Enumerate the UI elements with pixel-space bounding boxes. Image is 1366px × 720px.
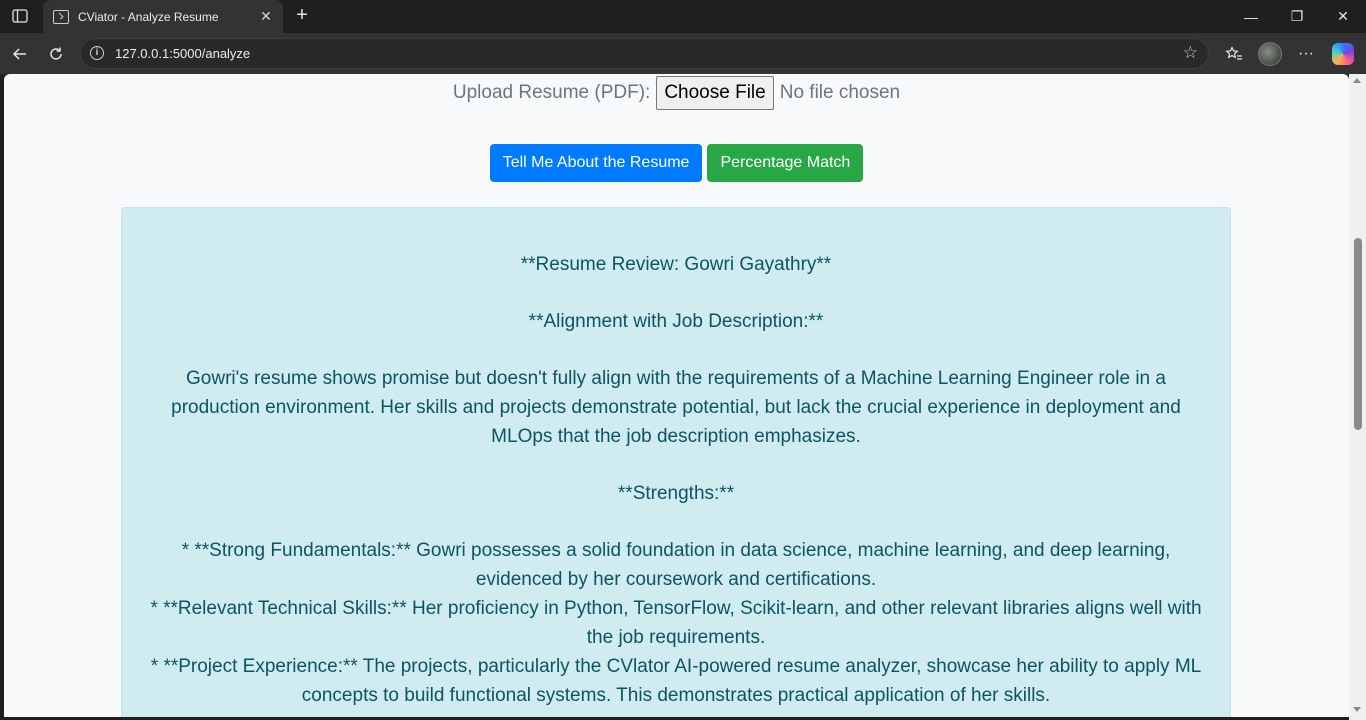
upload-row: Upload Resume (PDF): Choose File No file… [4,75,1349,111]
favorite-star-icon[interactable]: ☆ [1183,43,1198,63]
scrollbar-thumb[interactable] [1354,238,1362,430]
page-scrollbar[interactable] [1349,74,1366,720]
address-bar[interactable]: i 127.0.0.1:5000/analyze ☆ [80,38,1209,69]
new-tab-icon[interactable]: + [290,4,314,28]
scroll-down-arrow-icon[interactable] [1353,707,1361,712]
tab-close-icon[interactable]: ✕ [257,8,275,25]
back-arrow-icon[interactable] [6,40,34,68]
strength-item: * **Project Experience:** The projects, … [150,656,1202,706]
tab-actions-icon[interactable] [6,4,34,28]
alignment-text: Gowri's resume shows promise but doesn't… [171,368,1181,447]
file-status: No file chosen [779,82,901,103]
strength-item: * **Strong Fundamentals:** Gowri possess… [181,540,1171,590]
maximize-button[interactable]: ❐ [1274,0,1320,33]
upload-label: Upload Resume (PDF): [452,82,651,103]
browser-toolbar: i 127.0.0.1:5000/analyze ☆ ··· [0,33,1366,74]
favorites-icon[interactable] [1220,40,1248,68]
review-title: **Resume Review: Gowri Gayathry** [520,254,832,275]
choose-file-button[interactable]: Choose File [656,76,774,110]
page-viewport: Upload Resume (PDF): Choose File No file… [4,74,1349,717]
more-options-icon[interactable]: ··· [1292,40,1320,68]
reload-icon[interactable] [42,40,70,68]
alignment-heading: **Alignment with Job Description:** [528,311,824,332]
copilot-icon[interactable] [1329,40,1357,68]
percentage-match-button[interactable]: Percentage Match [707,144,864,182]
terminal-favicon-icon [53,9,69,24]
profile-avatar[interactable] [1256,40,1284,68]
tell-me-about-resume-button[interactable]: Tell Me About the Resume [489,144,703,182]
scroll-up-arrow-icon[interactable] [1353,78,1361,83]
strength-item: * **Relevant Technical Skills:** Her pro… [150,598,1202,648]
action-buttons: Tell Me About the Resume Percentage Matc… [4,144,1349,182]
resume-review-result: **Resume Review: Gowri Gayathry** **Alig… [121,207,1231,717]
site-info-icon[interactable]: i [90,46,104,60]
strengths-heading: **Strengths:** [617,483,735,504]
browser-tab-active[interactable]: CViator - Analyze Resume ✕ [43,0,283,33]
close-window-button[interactable]: ✕ [1320,0,1366,33]
minimize-button[interactable]: — [1228,0,1274,33]
address-url[interactable]: 127.0.0.1:5000/analyze [115,46,250,61]
tab-title: CViator - Analyze Resume [78,9,219,24]
browser-titlebar: CViator - Analyze Resume ✕ + — ❐ ✕ [0,0,1366,33]
